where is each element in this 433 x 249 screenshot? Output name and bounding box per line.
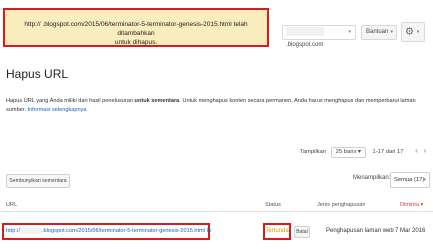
pagination: Tampilkan 25 baris ▾ 1-17 dari 17 ‹ › xyxy=(300,145,426,158)
help-button-label: Bantuan xyxy=(366,29,389,35)
description-bold: untuk sementara xyxy=(134,98,180,104)
chevron-down-icon: ▾ xyxy=(416,29,420,35)
column-header-requested[interactable]: Diminta ▾ xyxy=(400,202,423,208)
chevron-down-icon: ▾ xyxy=(357,149,361,155)
rows-per-page-select[interactable]: 25 baris ▾ xyxy=(330,147,366,158)
notice-line-2: untuk dihapus. xyxy=(114,39,158,46)
filter-select-value: Semua (17) xyxy=(394,177,425,183)
external-link-icon[interactable]: ⧉ xyxy=(207,228,211,234)
rows-per-page-value: 25 baris xyxy=(335,149,357,155)
page-range: 1-17 dari 17 xyxy=(372,149,404,155)
filter-select[interactable]: Semua (17) ▾ xyxy=(390,172,430,188)
column-header-type[interactable]: Jenis penghapusan xyxy=(317,202,366,208)
chevron-down-icon: ▾ xyxy=(348,29,351,35)
filter-label: Menampilkan: xyxy=(353,175,391,181)
prev-page-icon[interactable]: ‹ xyxy=(415,145,418,157)
redacted-url-part xyxy=(20,227,42,235)
removal-added-notice: http:// .blogspot.com/2015/06/terminator… xyxy=(3,8,269,47)
requested-date: 7 Mar 2016 xyxy=(395,228,426,234)
column-header-status[interactable]: Status xyxy=(265,202,281,208)
url-prefix: http:// xyxy=(6,228,20,234)
rows-label: Tampilkan xyxy=(300,149,327,155)
table-divider xyxy=(0,211,433,212)
page-description: Hapus URL yang Anda miliki dari hasil pe… xyxy=(6,97,431,115)
table-row-url[interactable]: http:// .blogspot.com/2015/06/terminator-… xyxy=(2,223,211,240)
gear-icon: ⚙ xyxy=(405,26,414,38)
removal-type: Penghapusan laman web xyxy=(326,228,394,234)
next-page-icon[interactable]: › xyxy=(423,145,426,157)
notice-line-1: http:// .blogspot.com/2015/06/terminator… xyxy=(24,21,248,37)
hide-temporarily-button[interactable]: Sembunyikan sementara xyxy=(6,174,70,188)
page-title: Hapus URL xyxy=(6,67,69,81)
chevron-down-icon: ▾ xyxy=(390,29,393,35)
learn-more-link[interactable]: Informasi selengkapnya xyxy=(27,107,86,113)
column-header-url[interactable]: URL xyxy=(6,202,17,208)
url-rest: .blogspot.com/2015/06/terminator-5-termi… xyxy=(42,228,205,234)
redacted-site-name xyxy=(286,26,324,36)
settings-button[interactable]: ⚙ ▾ xyxy=(401,22,425,42)
site-selector-label: .blogspot.com xyxy=(286,42,324,48)
status-badge: Tertunda xyxy=(263,223,291,240)
description-text: Hapus URL yang Anda miliki dari hasil pe… xyxy=(6,98,135,104)
cancel-button[interactable]: Batal xyxy=(294,226,310,238)
help-button[interactable]: Bantuan ▾ xyxy=(361,25,397,40)
chevron-down-icon: ▾ xyxy=(423,177,426,183)
site-selector[interactable]: .blogspot.com ▾ xyxy=(282,25,356,48)
